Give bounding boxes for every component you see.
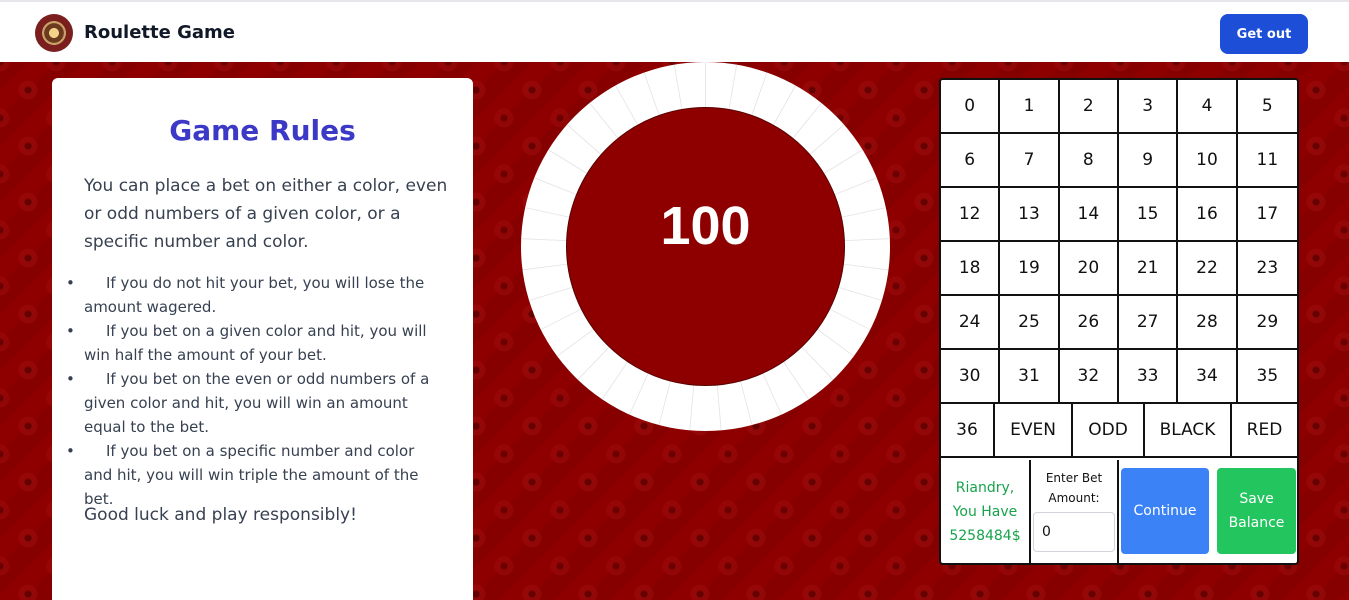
bet-number-20[interactable]: 20 (1059, 242, 1119, 296)
save-label-line: Save (1239, 491, 1274, 507)
bet-number-14[interactable]: 14 (1059, 188, 1119, 242)
bet-number-15[interactable]: 15 (1118, 188, 1179, 242)
rules-panel: Game Rules You can place a bet on either… (52, 78, 473, 600)
save-balance-button[interactable]: Save Balance (1217, 468, 1296, 554)
bet-number-19[interactable]: 19 (1000, 242, 1060, 296)
bet-even[interactable]: EVEN (995, 404, 1073, 456)
bet-number-10[interactable]: 10 (1178, 134, 1238, 188)
number-grid: 0 1 2 3 4 5 6 7 8 9 10 11 12 13 14 15 16 17 18 19 20 21 22 23 24… (941, 80, 1297, 404)
rules-footer: Good luck and play responsibly! (84, 505, 357, 525)
rules-list: If you do not hit your bet, you will los… (66, 271, 446, 511)
bet-number-32[interactable]: 32 (1059, 350, 1119, 404)
bet-number-5[interactable]: 5 (1237, 80, 1297, 134)
rule-item: If you do not hit your bet, you will los… (66, 271, 446, 319)
bet-number-16[interactable]: 16 (1178, 188, 1238, 242)
bet-number-25[interactable]: 25 (1000, 296, 1060, 350)
bet-odd[interactable]: ODD (1073, 404, 1145, 456)
bet-number-33[interactable]: 33 (1118, 350, 1179, 404)
bet-number-31[interactable]: 31 (1000, 350, 1060, 404)
bet-number-24[interactable]: 24 (941, 296, 1001, 350)
bet-number-18[interactable]: 18 (941, 242, 1001, 296)
bet-number-7[interactable]: 7 (1000, 134, 1060, 188)
bet-number-2[interactable]: 2 (1059, 80, 1119, 134)
bet-options-row: 36 EVEN ODD BLACK RED (941, 404, 1297, 458)
bet-number-29[interactable]: 29 (1237, 296, 1297, 350)
bet-amount-group: Enter Bet Amount: (1031, 460, 1119, 563)
bet-number-12[interactable]: 12 (941, 188, 1001, 242)
action-row: Riandry, You Have 5258484$ Enter Bet Amo… (941, 460, 1297, 563)
bet-amount-input[interactable] (1033, 512, 1115, 552)
bet-number-27[interactable]: 27 (1118, 296, 1179, 350)
bet-number-26[interactable]: 26 (1059, 296, 1119, 350)
bet-number-22[interactable]: 22 (1178, 242, 1238, 296)
save-label-line: Balance (1228, 515, 1285, 531)
bet-number-0[interactable]: 0 (941, 80, 1001, 134)
bet-amount-label: Enter Bet Amount: (1031, 468, 1117, 508)
rule-item: If you bet on a specific number and colo… (66, 439, 446, 511)
bet-number-9[interactable]: 9 (1118, 134, 1179, 188)
rules-title: Game Rules (169, 114, 356, 147)
bet-number-23[interactable]: 23 (1237, 242, 1297, 296)
betting-board: 0 1 2 3 4 5 6 7 8 9 10 11 12 13 14 15 16 17 18 19 20 21 22 23 24… (939, 78, 1299, 565)
roulette-wheel-icon (35, 14, 73, 52)
bet-number-34[interactable]: 34 (1178, 350, 1238, 404)
bet-number-13[interactable]: 13 (1000, 188, 1060, 242)
bet-number-4[interactable]: 4 (1178, 80, 1238, 134)
bet-number-3[interactable]: 3 (1118, 80, 1179, 134)
bet-number-17[interactable]: 17 (1237, 188, 1297, 242)
bet-black[interactable]: BLACK (1145, 404, 1232, 456)
rule-item: If you bet on the even or odd numbers of… (66, 367, 446, 439)
balance-line: 5258484$ (949, 527, 1021, 544)
rules-intro: You can place a bet on either a color, e… (84, 176, 448, 252)
bet-number-6[interactable]: 6 (941, 134, 1001, 188)
continue-button[interactable]: Continue (1121, 468, 1209, 554)
bet-number-1[interactable]: 1 (1000, 80, 1060, 134)
balance-line: You Have (952, 503, 1018, 520)
wheel-result-value: 100 (660, 196, 751, 256)
bet-label-line: Enter Bet (1045, 471, 1103, 485)
app-title: Roulette Game (84, 22, 235, 43)
rule-item: If you bet on a given color and hit, you… (66, 319, 446, 367)
balance-line: Riandry, (955, 479, 1015, 496)
bet-number-8[interactable]: 8 (1059, 134, 1119, 188)
get-out-button[interactable]: Get out (1220, 14, 1308, 54)
bet-number-21[interactable]: 21 (1118, 242, 1179, 296)
bet-red[interactable]: RED (1232, 404, 1297, 456)
bet-number-30[interactable]: 30 (941, 350, 1001, 404)
bet-number-35[interactable]: 35 (1237, 350, 1297, 404)
bet-label-line: Amount: (1048, 491, 1100, 505)
bet-number-36[interactable]: 36 (941, 404, 995, 456)
app-header: Roulette Game Get out (0, 0, 1349, 62)
bet-number-28[interactable]: 28 (1178, 296, 1238, 350)
bet-number-11[interactable]: 11 (1237, 134, 1297, 188)
player-balance: Riandry, You Have 5258484$ (941, 460, 1031, 563)
